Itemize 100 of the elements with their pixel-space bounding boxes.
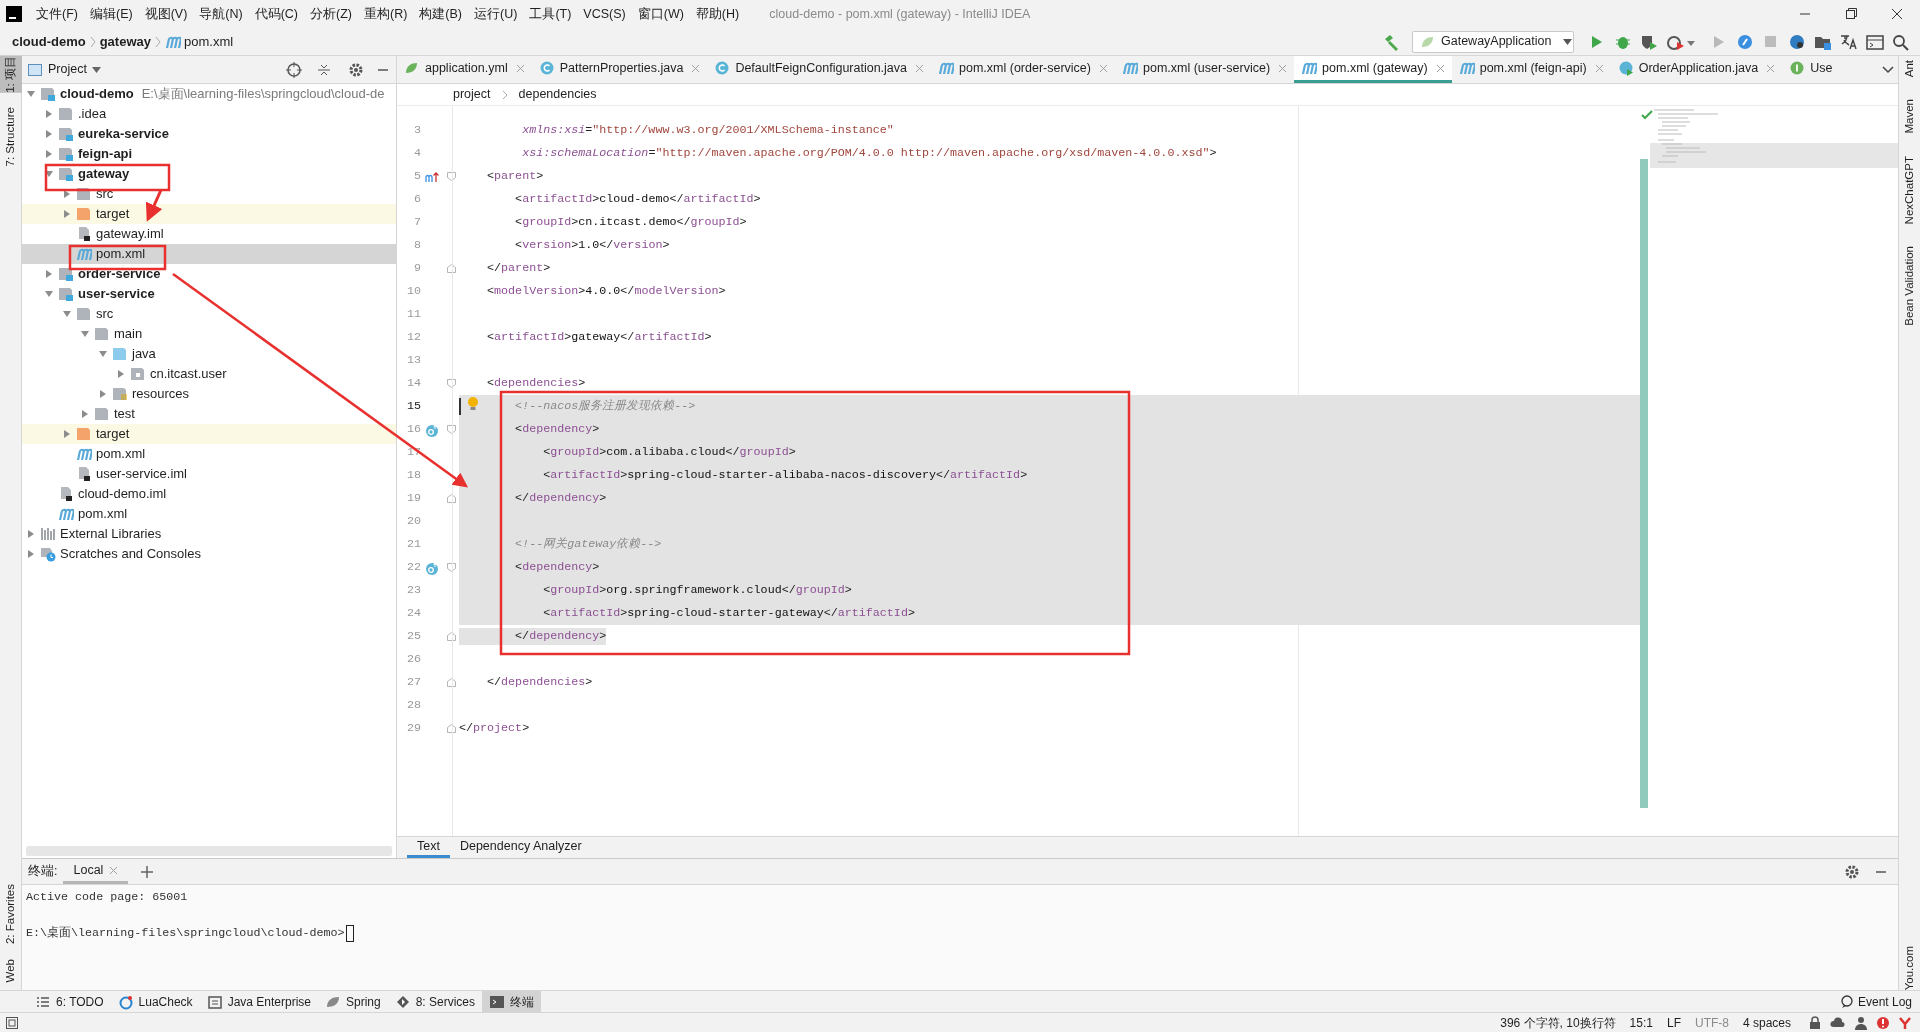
cloud-gear-icon[interactable] [1830, 1015, 1846, 1030]
horizontal-scrollbar[interactable] [26, 846, 392, 856]
change-marker-bar[interactable] [1640, 159, 1648, 808]
breadcrumb-item[interactable]: project [453, 85, 491, 104]
tool-window-button[interactable]: Spring [318, 991, 388, 1012]
fold-end-icon[interactable] [446, 678, 456, 687]
menu-item[interactable]: 视图(V) [138, 4, 194, 24]
tree-item[interactable]: Scratches and Consoles [22, 544, 396, 564]
breadcrumb-item[interactable]: dependencies [518, 85, 597, 104]
tool-window-tab[interactable]: Bean Validation [1898, 246, 1920, 326]
tool-windows-toggle-icon[interactable] [6, 1016, 18, 1029]
fold-marker-icon[interactable] [446, 379, 456, 388]
tool-window-tab[interactable]: Maven [1898, 99, 1920, 134]
menu-item[interactable]: 编辑(E) [83, 4, 139, 24]
menu-item[interactable]: 代码(C) [248, 4, 305, 24]
tree-item[interactable]: pom.xml [22, 504, 396, 524]
tree-item[interactable]: cn.itcast.user [22, 364, 396, 384]
event-log-button[interactable]: Event Log [1831, 991, 1920, 1012]
project-view-dropdown[interactable]: Project [48, 60, 101, 79]
fold-end-icon[interactable] [446, 724, 456, 733]
intention-bulb-icon[interactable] [467, 396, 479, 412]
menu-item[interactable]: VCS(S) [577, 4, 632, 24]
editor-tab[interactable]: DefaultFeignConfiguration.java [707, 56, 931, 83]
plugin-icon[interactable] [1898, 1015, 1912, 1030]
editor-tab[interactable]: application.yml [397, 56, 532, 83]
status-item[interactable]: LF [1659, 1013, 1688, 1032]
lock-icon[interactable] [1808, 1015, 1822, 1030]
tree-item[interactable]: gateway [22, 164, 396, 184]
tool-window-tab[interactable]: Ant [1898, 60, 1920, 78]
tree-item[interactable]: order-service [22, 264, 396, 284]
menu-item[interactable]: 构建(B) [413, 4, 469, 24]
tree-item[interactable]: java [22, 344, 396, 364]
menu-item[interactable]: 运行(U) [468, 4, 524, 24]
tree-item[interactable]: cloud-demo.iml [22, 484, 396, 504]
breadcrumb-item[interactable]: pom.xml [165, 31, 234, 52]
run-configuration-dropdown[interactable]: GatewayApplication [1412, 30, 1574, 53]
status-item[interactable]: 15:1 [1622, 1013, 1660, 1032]
settings-icon[interactable] [348, 61, 364, 78]
menu-item[interactable]: 工具(T) [523, 4, 578, 24]
close-icon[interactable] [109, 865, 119, 875]
tool-window-tab[interactable]: You.com [1898, 945, 1920, 990]
tree-item[interactable]: resources [22, 384, 396, 404]
tree-item[interactable]: gateway.iml [22, 224, 396, 244]
tool-window-tab[interactable]: Web [0, 958, 22, 982]
view-tab[interactable]: Text [407, 837, 450, 858]
tree-item[interactable]: src [22, 304, 396, 324]
tree-item[interactable]: target [22, 424, 396, 444]
editor-tab[interactable]: Use [1782, 56, 1840, 83]
editor-tab[interactable]: pom.xml (order-service) [931, 56, 1115, 83]
menu-item[interactable]: 导航(N) [193, 4, 249, 24]
tool-window-button[interactable]: 6: TODO [28, 991, 111, 1012]
tree-item[interactable]: user-service.iml [22, 464, 396, 484]
fold-end-icon[interactable] [446, 632, 456, 641]
view-tab[interactable]: Dependency Analyzer [449, 837, 592, 858]
tool-window-tab[interactable]: 1: 项目 [0, 56, 22, 93]
tree-item[interactable]: user-service [22, 284, 396, 304]
new-tab-plus-icon[interactable] [140, 864, 155, 879]
menu-item[interactable]: 分析(Z) [304, 4, 358, 24]
tool-window-tab[interactable]: 2: Favorites [0, 884, 22, 945]
tree-item[interactable]: External Libraries [22, 524, 396, 544]
tree-item[interactable]: src [22, 184, 396, 204]
menu-item[interactable]: 重构(R) [358, 4, 414, 24]
settings-icon[interactable] [1844, 863, 1860, 880]
tree-item[interactable]: main [22, 324, 396, 344]
close-icon[interactable] [1435, 63, 1445, 73]
status-item[interactable]: 396 个字符, 10换行符 [1493, 1013, 1623, 1032]
menu-item[interactable]: 文件(F) [30, 4, 84, 24]
fold-end-icon[interactable] [446, 494, 456, 503]
tree-item[interactable]: .idea [22, 104, 396, 124]
status-item[interactable]: 4 spaces [1735, 1013, 1798, 1032]
person-icon[interactable] [1854, 1015, 1868, 1030]
tool-window-button[interactable]: Java Enterprise [199, 991, 318, 1012]
breadcrumb-item[interactable]: gateway [99, 31, 151, 52]
editor-tab[interactable]: PatternProperties.java [531, 56, 708, 83]
close-icon[interactable] [515, 63, 525, 73]
editor-tab[interactable]: OrderApplication.java [1610, 56, 1783, 83]
tool-window-tab[interactable]: NexChatGPT [1898, 155, 1920, 225]
close-icon[interactable] [1594, 63, 1604, 73]
editor-tab[interactable]: pom.xml (gateway) [1294, 56, 1452, 83]
close-icon[interactable] [691, 63, 701, 73]
tool-window-button[interactable]: LuaCheck [110, 991, 200, 1012]
close-icon[interactable] [1278, 63, 1288, 73]
close-icon[interactable] [1766, 63, 1776, 73]
tree-item[interactable]: feign-api [22, 144, 396, 164]
close-icon[interactable] [915, 63, 924, 73]
tree-item[interactable]: pom.xml [22, 444, 396, 464]
fold-marker-icon[interactable] [446, 172, 456, 181]
tree-item[interactable]: target [22, 204, 396, 224]
editor-tab[interactable]: pom.xml (user-service) [1115, 56, 1295, 83]
breadcrumb-item[interactable]: cloud-demo [12, 31, 86, 52]
tree-item[interactable]: eureka-service [22, 124, 396, 144]
no-problems-check-icon[interactable] [1641, 110, 1653, 120]
fold-marker-icon[interactable] [446, 425, 456, 434]
close-icon[interactable] [1099, 63, 1108, 73]
menu-item[interactable]: 帮助(H) [689, 4, 746, 24]
tree-item[interactable]: cloud-demo E:\桌面\learning-files\springcloud\cloud-de [22, 84, 396, 104]
tree-item[interactable]: test [22, 404, 396, 424]
menu-item[interactable]: 窗口(W) [631, 4, 690, 24]
error-alert-icon[interactable] [1876, 1015, 1890, 1030]
fold-end-icon[interactable] [446, 264, 456, 273]
